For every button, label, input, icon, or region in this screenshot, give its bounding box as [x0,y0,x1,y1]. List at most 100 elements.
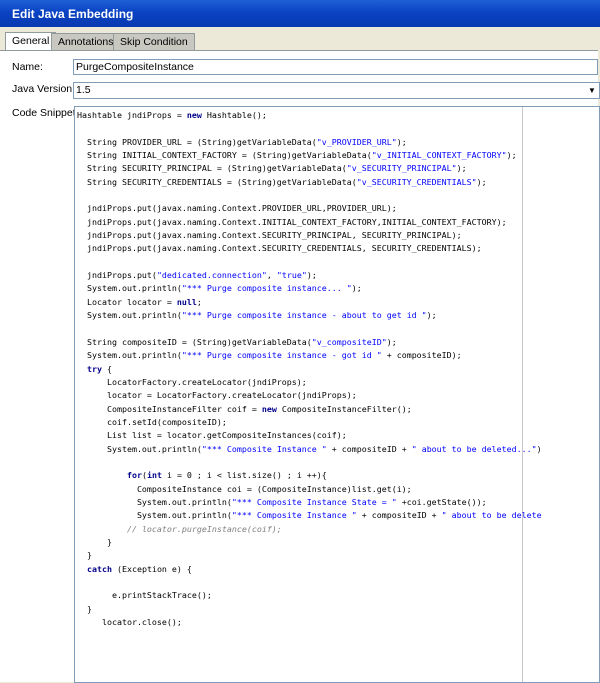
code-line: System.out.println("*** Purge composite … [77,309,542,322]
code-token: System.out.println( [77,310,182,321]
code-token: "v_INITIAL_CONTEXT_FACTORY" [371,150,507,161]
code-token: System.out.println( [77,510,232,521]
code-token: i = 0 ; i < list.size() ; i ++){ [161,470,327,481]
code-token: List list = locator.getCompositeInstance… [77,430,347,441]
code-token: Locator locator = [77,296,177,307]
code-line: jndiProps.put(javax.naming.Context.SECUR… [77,229,542,242]
code-token: Hashtable jndiProps = [77,110,187,120]
code-line: String INITIAL_CONTEXT_FACTORY = (String… [77,149,542,162]
code-token: ); [351,283,362,294]
code-token: "dedicated.connection" [156,270,267,281]
tab-strip: General Annotations Skip Condition [0,32,600,51]
name-field[interactable]: PurgeCompositeInstance [73,59,598,75]
code-token: (Exception e) { [111,563,192,574]
code-token: LocatorFactory.createLocator(jndiProps); [77,376,307,387]
code-snippet-label: Code Snippet: [12,107,79,119]
code-line: jndiProps.put(javax.naming.Context.SECUR… [77,242,542,255]
code-token: coif.setId(compositeID); [77,416,227,427]
code-token: "*** Composite Instance State = " [231,496,397,507]
code-line: jndiProps.put(javax.naming.Context.PROVI… [77,202,542,215]
title-bar: Edit Java Embedding [0,0,600,27]
java-version-label: Java Version: [12,83,76,95]
code-token: for [126,470,142,481]
code-token: + compositeID + [356,510,442,521]
code-token: new [186,110,202,120]
code-line: System.out.println("*** Composite Instan… [77,509,542,522]
code-token: } [77,537,112,547]
code-token: + compositeID + [326,443,412,454]
code-token: System.out.println( [77,496,232,507]
code-line: } [77,549,542,562]
code-line: try { [77,363,542,376]
code-token: null [176,296,197,307]
code-token: e.printStackTrace(); [77,590,212,601]
code-line: CompositeInstance coi = (CompositeInstan… [77,483,542,496]
chevron-down-icon[interactable]: ▼ [585,83,599,98]
code-line: System.out.println("*** Purge composite … [77,349,542,362]
code-token: String INITIAL_CONTEXT_FACTORY = (String… [77,150,372,161]
code-token: + compositeID); [381,350,462,361]
code-line: CompositeInstanceFilter coif = new Compo… [77,403,542,416]
code-token: System.out.println( [77,443,202,454]
code-token: "*** Purge composite instance... " [181,283,352,294]
code-line: for(int i = 0 ; i < list.size() ; i ++){ [77,469,542,482]
code-line: locator.close(); [77,616,542,629]
code-token: String SECURITY_PRINCIPAL = (String)getV… [77,163,347,174]
code-token: String SECURITY_CREDENTIALS = (String)ge… [77,176,357,187]
code-token: "*** Composite Instance " [201,443,327,454]
code-token: "*** Purge composite instance - about to… [181,310,427,321]
code-line: String compositeID = (String)getVariable… [77,336,542,349]
code-token: "v_SECURITY_CREDENTIALS" [356,176,477,187]
code-token: "*** Purge composite instance - got id " [181,350,382,361]
code-token: String compositeID = (String)getVariable… [77,336,312,347]
tab-annotations[interactable]: Annotations [51,33,121,50]
code-line: coif.setId(compositeID); [77,416,542,429]
code-token: "true" [276,270,307,281]
code-token: int [146,470,162,481]
code-token: CompositeInstanceFilter coif = [77,403,262,414]
code-token: ; [196,296,202,307]
code-line: String SECURITY_PRINCIPAL = (String)getV… [77,162,542,175]
code-token: System.out.println( [77,283,182,294]
code-token: locator = LocatorFactory.createLocator(j… [77,390,357,401]
code-token: } [77,603,92,614]
code-line: String SECURITY_CREDENTIALS = (String)ge… [77,176,542,189]
code-token: " about to be deleted..." [411,443,537,454]
code-token: jndiProps.put(javax.naming.Context.PROVI… [77,203,397,214]
code-token: catch [87,563,112,574]
tab-general[interactable]: General [5,32,57,51]
code-line: Locator locator = null; [77,296,542,309]
code-line: List list = locator.getCompositeInstance… [77,429,542,442]
java-version-select[interactable]: 1.5 ▼ [73,82,600,99]
code-token: jndiProps.put(javax.naming.Context.SECUR… [77,243,482,254]
code-line: jndiProps.put("dedicated.connection", "t… [77,269,542,282]
code-token: ) [536,443,542,454]
tab-skip-condition[interactable]: Skip Condition [113,33,195,50]
code-token: ); [386,336,397,347]
code-token: ); [456,163,467,174]
code-token: locator.close(); [77,617,182,628]
code-snippet-editor[interactable]: Hashtable jndiProps = new Hashtable(); S… [74,106,600,683]
code-token: "v_compositeID" [311,336,387,347]
code-line: } [77,603,542,616]
code-token: } [77,550,92,561]
code-line: System.out.println("*** Composite Instan… [77,496,542,509]
code-token: jndiProps.put(javax.naming.Context.SECUR… [77,230,462,241]
code-line: LocatorFactory.createLocator(jndiProps); [77,376,542,389]
code-token: "*** Composite Instance " [231,510,357,521]
code-line: } [77,536,542,549]
code-token: { [102,363,112,374]
code-line: // locator.purgeInstance(coif); [77,523,542,536]
code-token: ); [396,136,407,147]
code-line: Hashtable jndiProps = new Hashtable(); [77,109,542,122]
code-line: String PROVIDER_URL = (String)getVariabl… [77,136,542,149]
code-line: jndiProps.put(javax.naming.Context.INITI… [77,216,542,229]
code-token: Hashtable(); [201,110,267,120]
code-token: System.out.println( [77,350,182,361]
code-token: ); [506,150,517,161]
